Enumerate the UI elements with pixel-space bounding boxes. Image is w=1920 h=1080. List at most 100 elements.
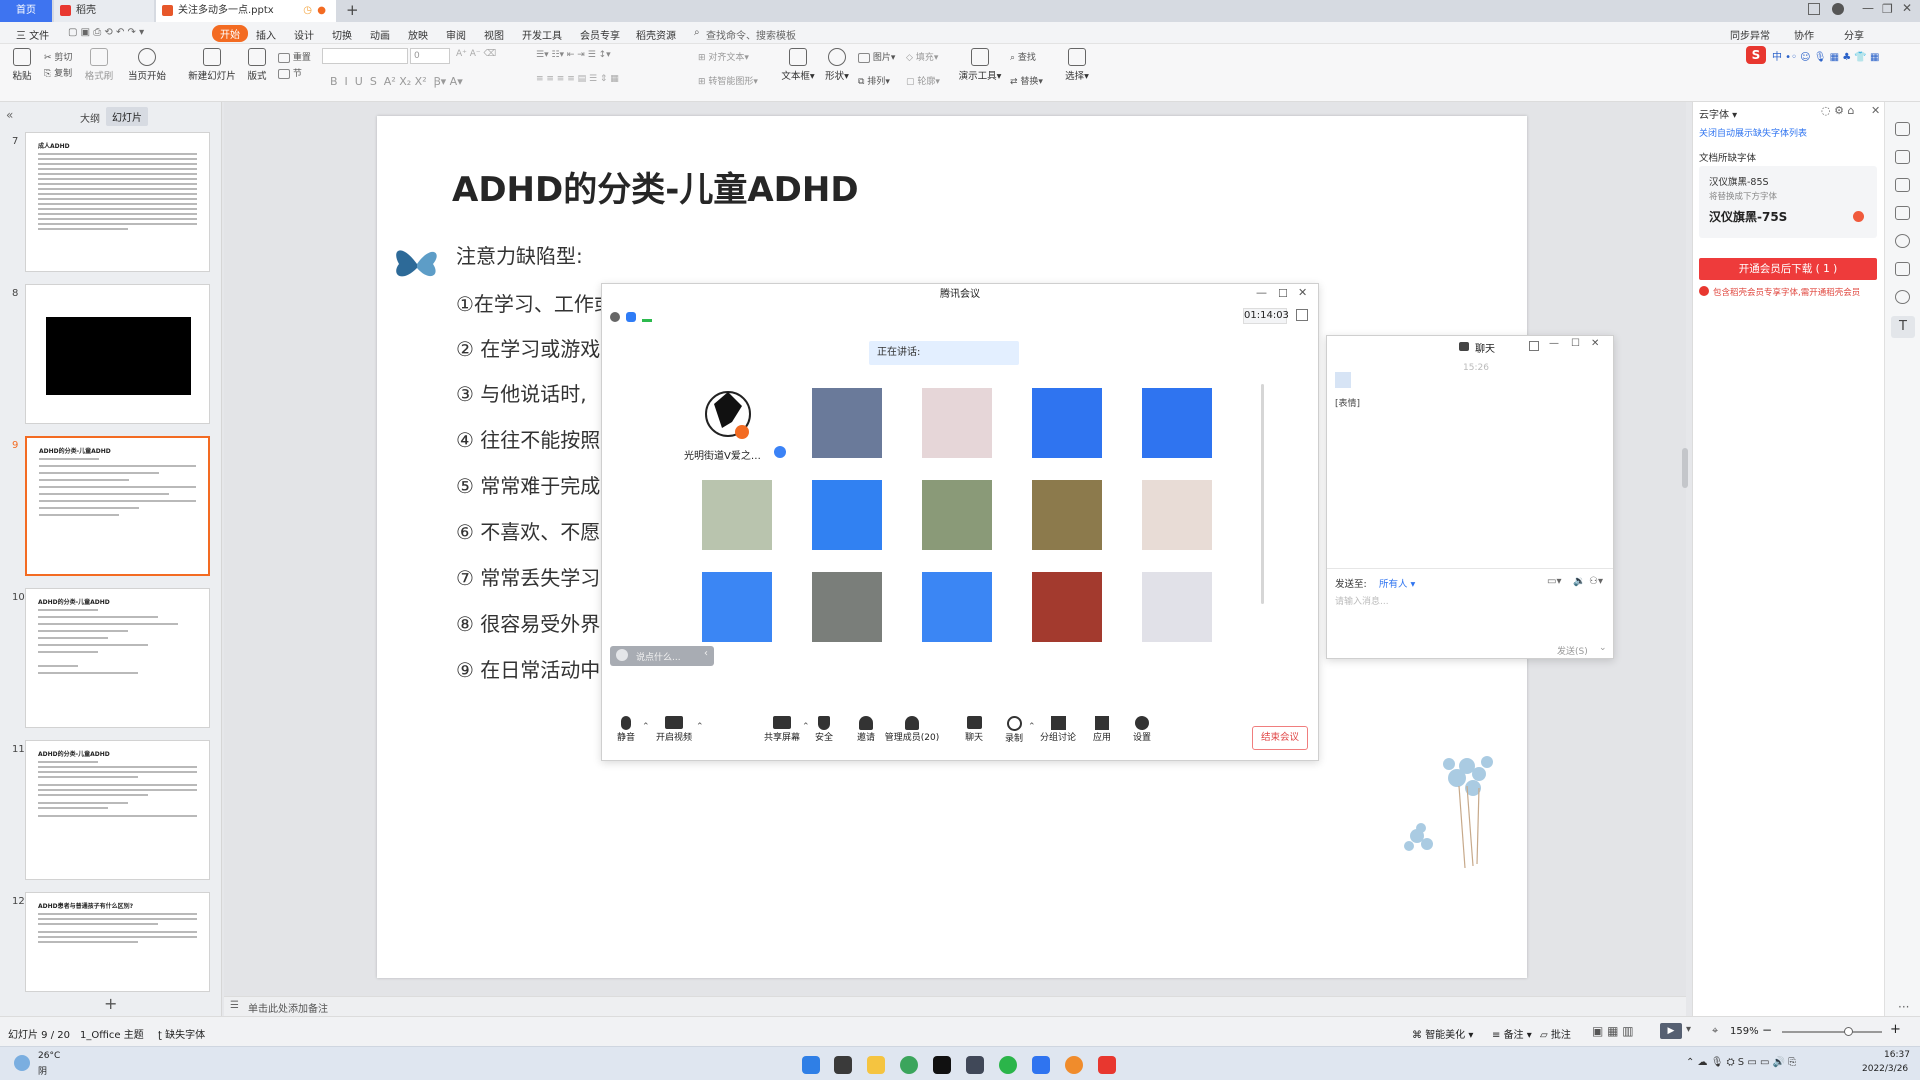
cut-button[interactable]: ✂ 剪切 [44, 50, 72, 63]
audio-options-icon[interactable]: ⌃ [642, 722, 650, 732]
notes-bar[interactable]: ☰ 单击此处添加备注 [224, 996, 1686, 1016]
menu-developer[interactable]: 开发工具 [522, 27, 562, 42]
avatar[interactable] [1832, 3, 1844, 15]
task-view-icon[interactable] [834, 1056, 852, 1074]
send-to-select[interactable]: 所有人 ▾ [1379, 576, 1415, 590]
app-cube-icon[interactable] [966, 1056, 984, 1074]
play-from-current-button[interactable]: 当页开始 [124, 48, 170, 82]
grid-scrollbar[interactable] [1261, 384, 1264, 604]
fit-window-icon[interactable]: ⌖ [1712, 1024, 1718, 1038]
slide-thumb-11[interactable]: ADHD的分类-儿童ADHD [25, 740, 210, 880]
play-slideshow-button[interactable]: ▶ [1660, 1023, 1682, 1039]
participant-tile[interactable] [1032, 388, 1102, 458]
auto-close-link[interactable]: 关闭自动展示缺失字体列表 [1699, 126, 1807, 139]
slide-thumb-10[interactable]: ADHD的分类-儿童ADHD [25, 588, 210, 728]
apps-button[interactable]: 应用 [1090, 716, 1114, 743]
menu-file[interactable]: 三 文件 [16, 27, 49, 42]
restore-icon[interactable]: ❐ [1882, 2, 1893, 16]
command-search[interactable]: 查找命令、搜索模板 [706, 27, 796, 42]
align-text-button[interactable]: ⊞ 对齐文本▾ [698, 50, 749, 63]
vip-note[interactable]: 包含稻壳会员专享字体,需开通稻壳会员 [1713, 286, 1860, 298]
outline-button[interactable]: ▢ 轮廓▾ [906, 74, 940, 87]
theme-name[interactable]: 1_Office 主题 [80, 1026, 144, 1041]
pane-tool-icons[interactable]: ◌ ⚙ ⌂ [1821, 104, 1854, 117]
breakout-button[interactable]: 分组讨论 [1038, 716, 1078, 743]
weather-icon[interactable] [14, 1055, 30, 1071]
slide-bullet[interactable]: ⑧ 很容易受外界 [456, 608, 600, 637]
font-style-icons[interactable]: B I U S A² X₂ X² Ꞵ▾ A▾ [330, 74, 463, 89]
notes-placeholder[interactable]: 单击此处添加备注 [248, 1000, 328, 1015]
zoom-slider[interactable] [1782, 1027, 1882, 1036]
tab-slides[interactable]: 幻灯片 [106, 107, 148, 126]
tab-daoke[interactable]: 稻壳 [54, 0, 154, 22]
zoom-out-icon[interactable]: − [1762, 1023, 1772, 1037]
invite-button[interactable]: 邀请 [854, 716, 878, 743]
font-size-select[interactable]: 0 [410, 48, 450, 64]
chat-button[interactable]: 聊天 [962, 716, 986, 743]
app-g-icon[interactable] [933, 1056, 951, 1074]
send-button[interactable]: 发送(S) [1557, 644, 1588, 657]
comments-toggle[interactable]: ▱ 批注 [1540, 1026, 1571, 1041]
slide-bullet[interactable]: ③ 与他说话时, [456, 378, 587, 407]
slide-bullet[interactable]: ①在学习、工作或 [456, 288, 614, 317]
close-icon[interactable]: ✕ [1902, 1, 1912, 15]
pane-header[interactable]: 云字体 ▾ [1699, 106, 1737, 121]
slide-bullet[interactable]: ⑨ 在日常活动中 [456, 654, 600, 683]
share-options-icon[interactable]: ⌃ [802, 722, 810, 732]
font-replacement-card[interactable]: 汉仪旗黑-85S 将替换成下方字体 汉仪旗黑-75S [1699, 166, 1877, 238]
participant-tile[interactable] [1142, 480, 1212, 550]
new-slide-button[interactable]: 新建幻灯片 [184, 48, 240, 82]
slide-bullet[interactable]: ⑥ 不喜欢、不愿意 [456, 516, 620, 545]
slide-subtitle[interactable]: 注意力缺陷型: [456, 240, 583, 269]
layout-button[interactable]: 版式 [244, 48, 270, 82]
copy-button[interactable]: ⎘ 复制 [44, 66, 72, 79]
menu-review[interactable]: 审阅 [446, 27, 466, 42]
chat-input[interactable]: 请输入消息... [1335, 594, 1389, 607]
file-icon[interactable]: ▭▾ [1547, 576, 1561, 587]
sogou-ime-icon[interactable]: S [1746, 46, 1766, 64]
participant-tile[interactable] [922, 572, 992, 642]
tab-home[interactable]: 首页 [0, 0, 52, 22]
view-mode-icons[interactable]: ▣ ▦ ▥ [1592, 1024, 1634, 1038]
cloud-font-icon[interactable]: T [1891, 316, 1915, 338]
add-slide-icon[interactable]: + [104, 994, 117, 1013]
wechat-icon[interactable] [999, 1056, 1017, 1074]
picture-button[interactable]: 图片▾ [858, 50, 895, 63]
format-painter-button[interactable]: 格式刷 [84, 48, 114, 82]
zoom-slider-thumb[interactable] [1844, 1027, 1853, 1036]
chat-message[interactable]: [表情] [1335, 396, 1360, 409]
menu-transition[interactable]: 切换 [332, 27, 352, 42]
manage-members-button[interactable]: 管理成员(20) [884, 716, 940, 743]
fill-button[interactable]: ◇ 填充▾ [906, 50, 938, 63]
chat-close-icon[interactable]: ✕ [1591, 338, 1599, 349]
notes-toggle[interactable]: ≡ 备注 ▾ [1492, 1026, 1532, 1041]
select-button[interactable]: 选择▾ [1062, 48, 1092, 82]
missing-font-status[interactable]: ʈ 缺失字体 [158, 1026, 205, 1041]
image-tool-icon[interactable] [1895, 262, 1910, 276]
location-icon[interactable] [1895, 290, 1910, 304]
paragraph-align-icons[interactable]: ≡ ≡ ≡ ≡ ▤ ☰ ⇕ ▦ [536, 74, 619, 84]
participant-tile[interactable] [922, 388, 992, 458]
shape-button[interactable]: 形状▾ [822, 48, 852, 82]
host-avatar[interactable] [702, 388, 751, 440]
info-icon[interactable] [610, 312, 620, 322]
share-button[interactable]: 分享 [1844, 27, 1864, 42]
section-button[interactable]: 节 [278, 66, 302, 79]
font-grow-shrink-icons[interactable]: A⁺ A⁻ ⌫ [456, 49, 496, 59]
quick-access-icons[interactable]: ▢ ▣ ⎙ ⟲ ↶ ↷ ▾ [68, 27, 144, 38]
pin-icon[interactable] [1895, 178, 1910, 192]
new-tab-icon[interactable]: + [346, 1, 359, 19]
tencent-meeting-icon[interactable] [1032, 1056, 1050, 1074]
mute-chat-icon[interactable]: 🔉 [1573, 576, 1585, 587]
fullscreen-icon[interactable] [1296, 309, 1308, 321]
start-video-button[interactable]: 开启视频 [656, 716, 692, 743]
menu-insert[interactable]: 插入 [256, 27, 276, 42]
play-options-icon[interactable]: ▾ [1686, 1024, 1691, 1035]
font-family-select[interactable] [322, 48, 408, 64]
layout-icon[interactable] [1808, 3, 1820, 15]
convert-smartart-button[interactable]: ⊞ 转智能图形▾ [698, 74, 758, 87]
slide-thumb-7[interactable]: 成人ADHD [25, 132, 210, 272]
meeting-minimize-icon[interactable]: — [1256, 286, 1267, 299]
animation-icon[interactable] [1895, 122, 1910, 136]
menu-member[interactable]: 会员专享 [580, 27, 620, 42]
